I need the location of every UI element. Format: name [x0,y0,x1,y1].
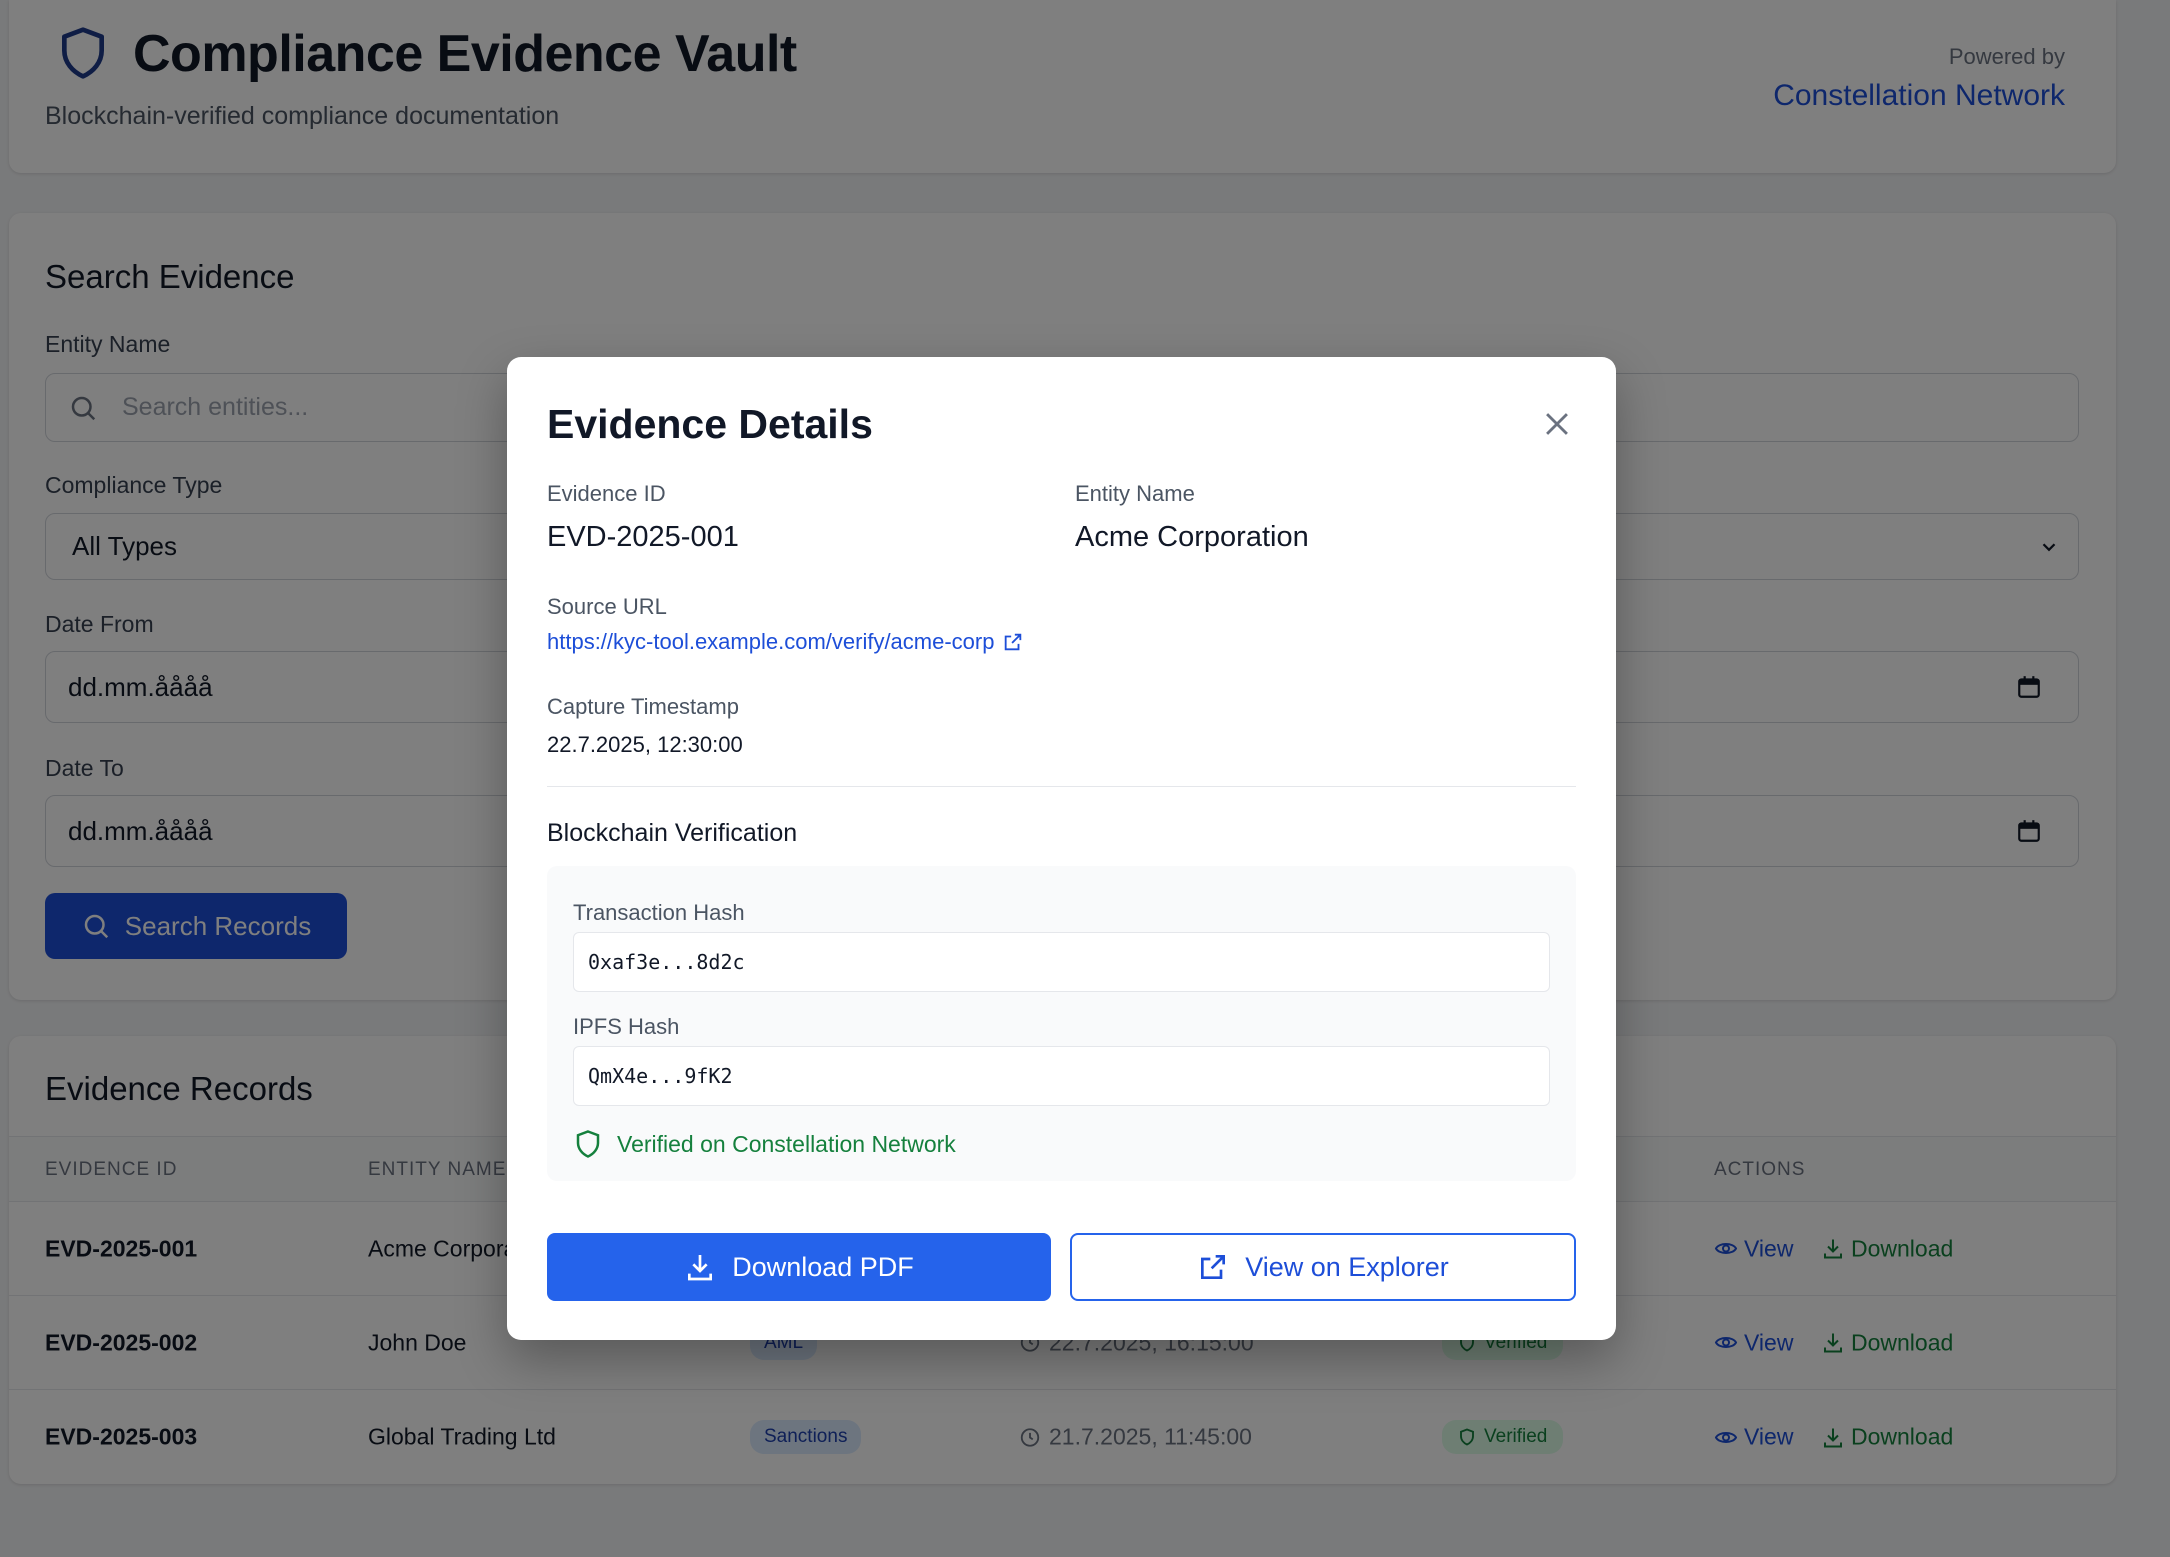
verified-text: Verified on Constellation Network [617,1130,956,1157]
source-url-text: https://kyc-tool.example.com/verify/acme… [547,629,995,654]
modal-title: Evidence Details [547,401,873,447]
blockchain-verification-title: Blockchain Verification [547,819,798,847]
verification-panel: Transaction Hash 0xaf3e...8d2c IPFS Hash… [547,866,1576,1181]
evidence-details-modal: Evidence Details Evidence ID EVD-2025-00… [507,357,1616,1340]
capture-timestamp-label: Capture Timestamp [547,694,739,719]
divider [547,786,1576,787]
source-url-link[interactable]: https://kyc-tool.example.com/verify/acme… [547,629,1024,655]
transaction-hash-field[interactable]: 0xaf3e...8d2c [573,932,1550,992]
download-pdf-label: Download PDF [732,1251,914,1282]
ipfs-hash-field[interactable]: QmX4e...9fK2 [573,1046,1550,1106]
source-url-label: Source URL [547,594,667,619]
evidence-id-label: Evidence ID [547,481,666,506]
close-icon[interactable] [1540,407,1574,441]
entity-name-label: Entity Name [1075,481,1195,506]
evidence-id-value: EVD-2025-001 [547,521,739,553]
shield-check-icon [576,1130,600,1158]
transaction-hash-label: Transaction Hash [573,900,745,925]
download-pdf-button[interactable]: Download PDF [547,1233,1051,1301]
external-link-icon [1005,633,1022,651]
view-on-explorer-button[interactable]: View on Explorer [1070,1233,1576,1301]
capture-timestamp-value: 22.7.2025, 12:30:00 [547,732,743,757]
page: Compliance Evidence Vault Blockchain-ver… [0,0,2170,1557]
view-on-explorer-label: View on Explorer [1245,1251,1449,1282]
ipfs-hash-label: IPFS Hash [573,1014,680,1039]
verified-status: Verified on Constellation Network [573,1128,956,1160]
entity-name-value: Acme Corporation [1075,521,1309,553]
download-icon [688,1255,713,1281]
external-link-icon [1201,1255,1226,1279]
